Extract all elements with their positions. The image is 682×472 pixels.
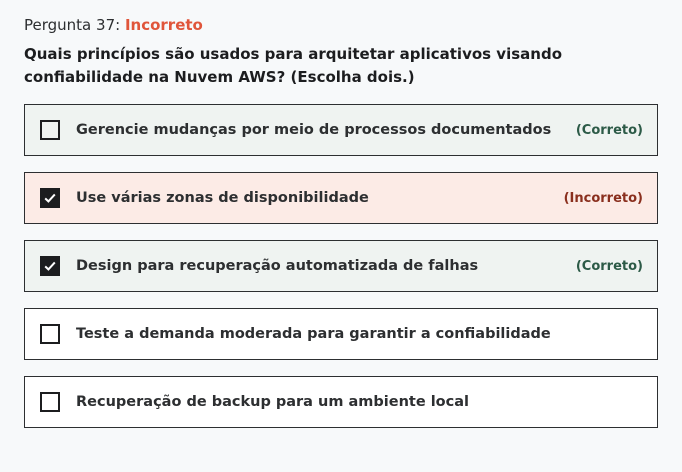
question-text: Quais princípios são usados para arquite… <box>24 45 562 86</box>
result-badge: (Incorreto) <box>563 190 643 206</box>
answer-label: Teste a demanda moderada para garantir a… <box>76 326 551 342</box>
answer-option[interactable]: Design para recuperação automatizada de … <box>24 240 658 292</box>
answer-option[interactable]: Teste a demanda moderada para garantir a… <box>24 308 658 360</box>
answer-options: Gerencie mudanças por meio de processos … <box>24 104 658 444</box>
checkbox[interactable] <box>40 120 60 140</box>
result-badge: (Correto) <box>575 258 643 274</box>
question-header: Pergunta 37: Incorreto <box>24 15 203 35</box>
checkmark-icon <box>44 193 56 203</box>
checkbox[interactable] <box>40 324 60 344</box>
answer-option[interactable]: Recuperação de backup para um ambiente l… <box>24 376 658 428</box>
result-badge: (Correto) <box>575 122 643 138</box>
answer-option[interactable]: Use várias zonas de disponibilidade (Inc… <box>24 172 658 224</box>
checkmark-icon <box>44 261 56 271</box>
answer-label: Use várias zonas de disponibilidade <box>76 190 369 206</box>
answer-option[interactable]: Gerencie mudanças por meio de processos … <box>24 104 658 156</box>
answer-label: Recuperação de backup para um ambiente l… <box>76 394 469 410</box>
question-number: Pergunta 37: <box>24 16 121 34</box>
checkbox[interactable] <box>40 392 60 412</box>
checkbox[interactable] <box>40 188 60 208</box>
checkbox[interactable] <box>40 256 60 276</box>
answer-label: Design para recuperação automatizada de … <box>76 258 479 274</box>
question-status: Incorreto <box>124 16 203 34</box>
answer-label: Gerencie mudanças por meio de processos … <box>76 122 552 138</box>
